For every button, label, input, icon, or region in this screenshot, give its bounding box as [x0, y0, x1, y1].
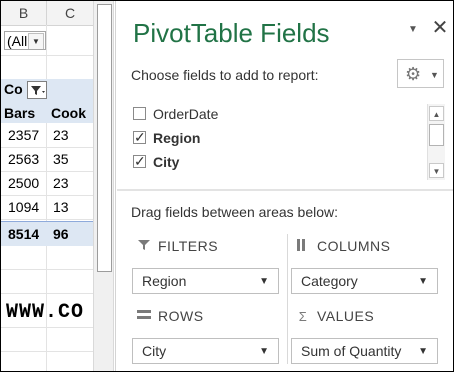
rows-field-value: City — [142, 343, 167, 359]
table-row: 1094 13 — [1, 195, 93, 220]
columns-field-value: Category — [301, 273, 358, 289]
table-cell: 1094 — [8, 199, 40, 215]
scroll-down-icon[interactable]: ▼ — [429, 163, 444, 178]
grand-total-cookies: 96 — [53, 226, 69, 242]
field-item-region[interactable]: ✓ Region — [132, 128, 422, 150]
field-item-city[interactable]: ✓ City — [132, 152, 422, 174]
chevron-down-icon: ▼ — [259, 276, 269, 287]
filters-area-header: FILTERS — [136, 238, 218, 258]
table-row — [1, 55, 93, 80]
table-row: 2563 35 — [1, 147, 93, 172]
divider — [117, 189, 453, 191]
column-header-row: B C — [1, 1, 93, 26]
tools-button[interactable]: ⚙ ▼ — [397, 59, 444, 88]
table-row — [1, 245, 93, 270]
table-cell: 2357 — [8, 127, 40, 143]
website-text: WWW.CO — [6, 301, 85, 324]
field-list: OrderDate ✓ Region ✓ City — [131, 102, 445, 180]
checkbox[interactable]: ✓ — [133, 153, 146, 169]
filter-icon — [136, 239, 152, 254]
field-list-scrollbar[interactable]: ▲ ▼ — [427, 104, 445, 180]
table-row: 2500 23 — [1, 171, 93, 196]
chevron-down-icon[interactable]: ▼ — [28, 33, 44, 49]
field-label: City — [153, 154, 180, 170]
report-filter-dropdown[interactable]: (All ▼ — [4, 31, 46, 50]
table-cell: 23 — [53, 127, 69, 143]
rows-icon — [136, 309, 152, 324]
rows-area: ROWS City ▼ — [132, 304, 280, 368]
checkbox[interactable] — [133, 107, 146, 120]
column-header-b[interactable]: B — [1, 1, 47, 25]
drag-fields-label: Drag fields between areas below: — [131, 204, 339, 220]
chevron-down-icon: ▼ — [418, 276, 428, 287]
values-area: Σ VALUES Sum of Quantity ▼ — [291, 304, 439, 368]
checkmark-icon: ✓ — [134, 129, 146, 145]
filters-field-value: Region — [142, 273, 187, 289]
table-cell: 2500 — [8, 175, 40, 191]
report-filter-value: (All — [7, 33, 28, 49]
grand-total-bars: 8514 — [8, 226, 40, 242]
pane-options-menu[interactable]: ▼ — [407, 25, 419, 35]
columns-label: COLUMNS — [317, 238, 391, 254]
table-row — [1, 269, 93, 294]
table-cell: 35 — [53, 151, 69, 167]
rows-area-header: ROWS — [136, 308, 204, 328]
values-field-dropdown[interactable]: Sum of Quantity ▼ — [291, 338, 438, 364]
table-cell: 23 — [53, 175, 69, 191]
column-header-c[interactable]: C — [47, 1, 93, 25]
pivot-column-label: Co — [4, 81, 23, 97]
table-row — [1, 327, 93, 352]
spreadsheet-grid: B C (All ▼ Co Bars Cook 2357 23 2563 35 — [1, 1, 93, 371]
table-row: 2357 23 — [1, 123, 93, 148]
sheet-vertical-scrollbar[interactable] — [93, 1, 114, 371]
pivot-header-bars: Bars — [4, 105, 36, 121]
chevron-down-icon: ▼ — [418, 346, 428, 357]
excel-window: B C (All ▼ Co Bars Cook 2357 23 2563 35 — [0, 0, 454, 372]
pivot-header-cookies: Cook — [51, 105, 86, 121]
scroll-up-icon[interactable]: ▲ — [429, 106, 444, 121]
scrollbar-thumb[interactable] — [429, 124, 444, 146]
values-field-value: Sum of Quantity — [301, 343, 402, 359]
chevron-down-icon: ▼ — [259, 346, 269, 357]
filters-field-dropdown[interactable]: Region ▼ — [132, 268, 279, 294]
checkbox[interactable]: ✓ — [133, 129, 146, 145]
filters-label: FILTERS — [158, 238, 219, 254]
columns-field-dropdown[interactable]: Category ▼ — [291, 268, 438, 294]
close-icon: ✕ — [431, 17, 449, 39]
table-cell: 2563 — [8, 151, 40, 167]
chevron-down-icon: ▼ — [408, 24, 418, 35]
field-item-orderdate[interactable]: OrderDate — [132, 104, 422, 126]
scrollbar-thumb[interactable] — [97, 4, 112, 272]
values-label: VALUES — [317, 308, 375, 324]
pane-title: PivotTable Fields — [133, 18, 330, 48]
sigma-icon: Σ — [298, 309, 308, 324]
checkmark-icon: ✓ — [134, 153, 146, 169]
chevron-down-icon: ▼ — [430, 70, 439, 80]
grand-total-row: 8514 96 — [1, 221, 93, 246]
rows-field-dropdown[interactable]: City ▼ — [132, 338, 279, 364]
filter-icon — [31, 86, 45, 95]
field-label: OrderDate — [153, 106, 219, 122]
column-filter-button[interactable] — [27, 81, 47, 99]
filters-area: FILTERS Region ▼ — [132, 234, 280, 298]
pivottable-fields-pane: PivotTable Fields ▼ ✕ Choose fields to a… — [115, 1, 453, 371]
gear-icon: ⚙ — [405, 64, 422, 84]
rows-label: ROWS — [158, 308, 204, 324]
close-button[interactable]: ✕ — [430, 17, 450, 39]
columns-area-header: COLUMNS — [295, 238, 391, 258]
choose-fields-label: Choose fields to add to report: — [131, 67, 319, 83]
divider — [287, 234, 288, 364]
values-area-header: Σ VALUES — [295, 308, 374, 328]
columns-icon — [295, 239, 311, 254]
columns-area: COLUMNS Category ▼ — [291, 234, 439, 298]
table-cell: 13 — [53, 199, 69, 215]
field-label: Region — [153, 130, 201, 146]
